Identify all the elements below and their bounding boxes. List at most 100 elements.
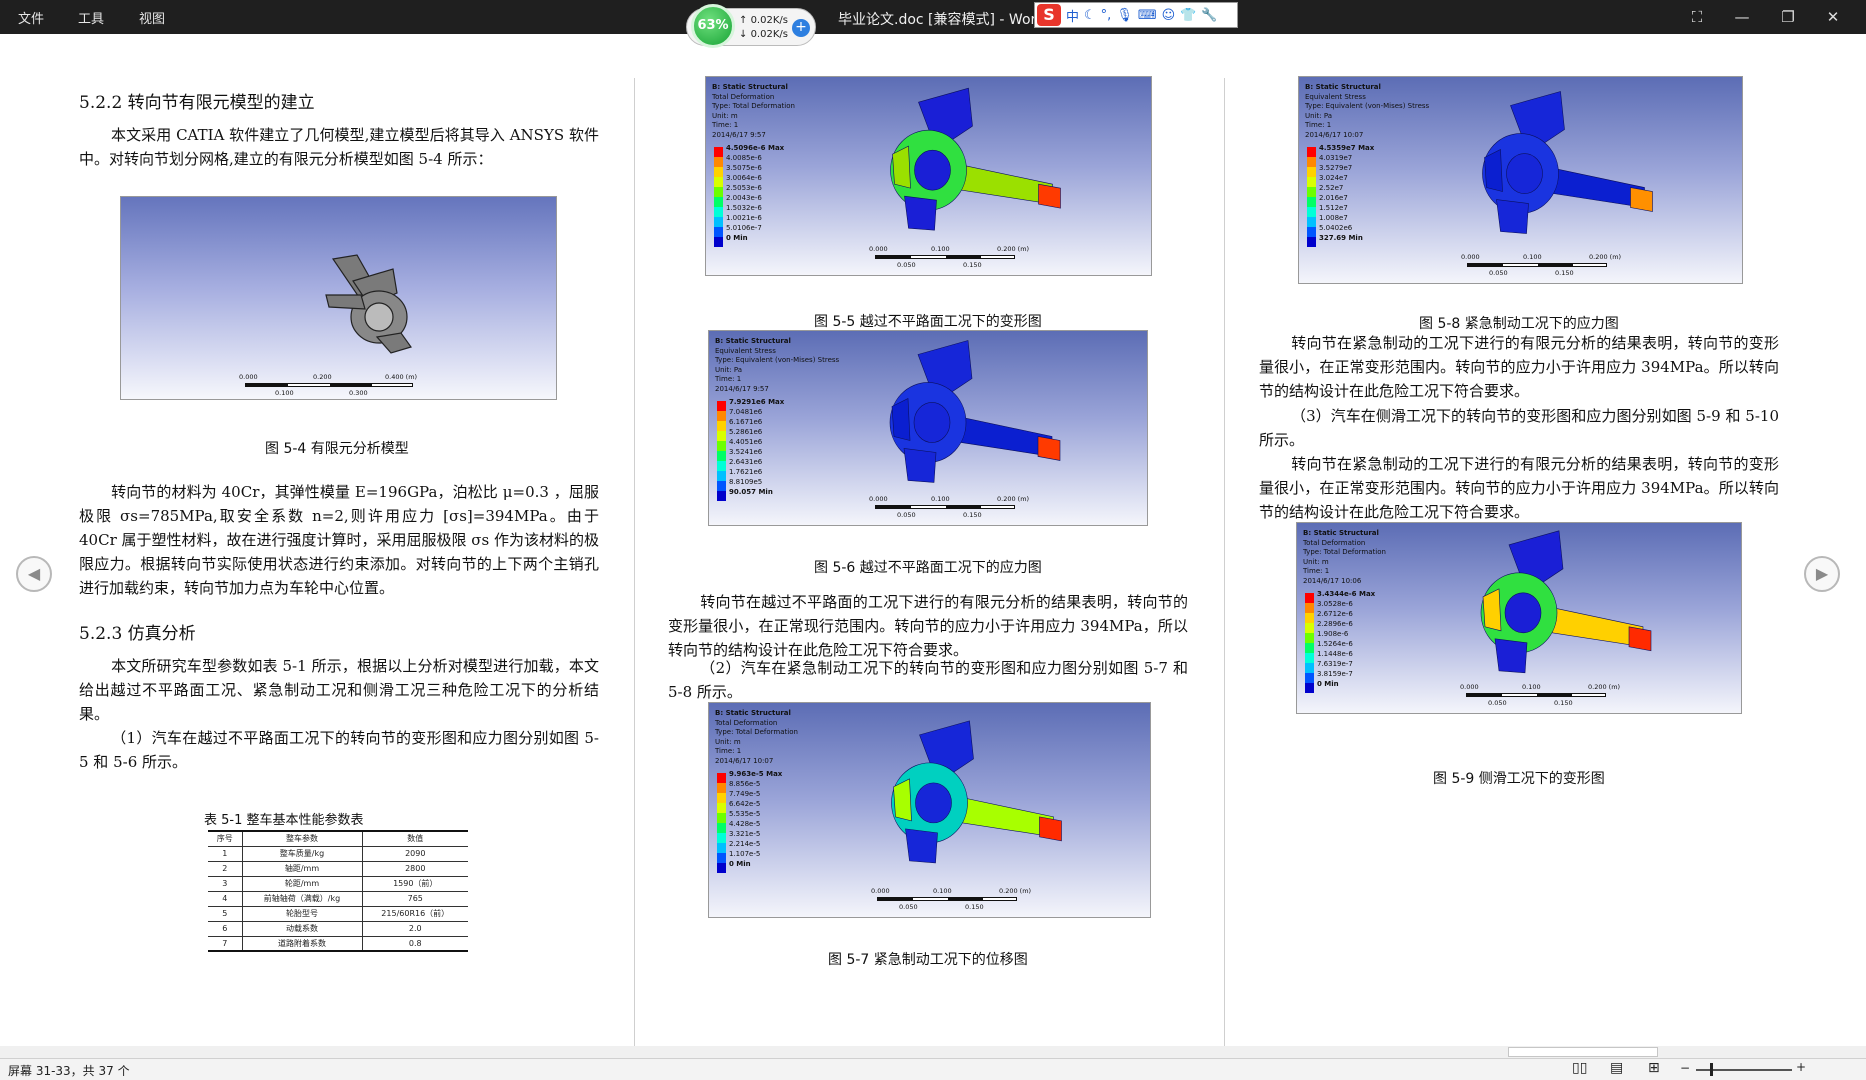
fullscreen-icon[interactable]: ⛶ xyxy=(1682,3,1712,31)
scale-tick-label: 0.100 xyxy=(933,887,952,895)
legend-label: 1.107e-5 xyxy=(729,850,761,858)
menu-view[interactable]: 视图 xyxy=(139,8,165,27)
fea-header-line: B: Static Structural xyxy=(715,709,791,717)
zoom-in-icon[interactable]: + xyxy=(1796,1060,1806,1074)
scale-tick-label: 0.050 xyxy=(897,261,916,269)
fea-header-line: B: Static Structural xyxy=(1303,529,1379,537)
legend-swatch xyxy=(717,843,726,853)
network-speed-widget[interactable]: 63% ↑ 0.02K/s ↓ 0.02K/s + xyxy=(686,4,816,48)
table-cell: 0.8 xyxy=(362,935,468,952)
zoom-out-icon[interactable]: − xyxy=(1680,1061,1690,1075)
legend-label: 5.535e-5 xyxy=(729,810,761,818)
legend-label: 3.024e7 xyxy=(1319,174,1348,182)
legend-swatch xyxy=(714,187,723,197)
previous-page-button[interactable]: ◀ xyxy=(16,556,52,592)
fea-header-line: B: Static Structural xyxy=(715,337,791,345)
legend-swatch xyxy=(717,823,726,833)
menu-tools[interactable]: 工具 xyxy=(78,8,104,27)
color-legend xyxy=(714,147,723,247)
figure-caption: 图 5-9 侧滑工况下的变形图 xyxy=(1433,771,1605,787)
paragraph: （2）汽车在紧急制动工况下的转向节的变形图和应力图分别如图 5-7 和 5-8 … xyxy=(668,659,1188,701)
legend-label: 4.5096e-6 Max xyxy=(726,144,785,152)
color-legend xyxy=(1307,147,1316,247)
ime-mode-label[interactable]: 中 xyxy=(1066,6,1079,25)
legend-swatch xyxy=(1307,217,1316,227)
print-layout-icon[interactable]: ▤ xyxy=(1610,1060,1623,1076)
plus-icon[interactable]: + xyxy=(792,19,810,37)
legend-label: 6.642e-5 xyxy=(729,800,761,808)
upload-speed: ↑ 0.02K/s xyxy=(739,15,788,26)
zoom-slider-thumb[interactable] xyxy=(1710,1063,1713,1076)
fea-header-line: 2014/6/17 10:06 xyxy=(1303,576,1362,585)
table-title: 表 5-1 整车基本性能参数表 xyxy=(204,813,364,828)
legend-swatch xyxy=(714,227,723,237)
fea-header-line: Time: 1 xyxy=(715,375,742,383)
horizontal-scrollbar[interactable] xyxy=(0,1046,1866,1058)
paragraph: 转向节在紧急制动的工况下进行的有限元分析的结果表明，转向节的变形量很小，在正常变… xyxy=(1259,334,1779,400)
moon-icon[interactable]: ☾ xyxy=(1084,8,1096,23)
minimize-icon[interactable]: — xyxy=(1727,3,1757,31)
table-row: 6 动载系数 2.0 xyxy=(208,920,468,937)
legend-swatch xyxy=(1305,663,1314,673)
figure-caption: 图 5-8 紧急制动工况下的应力图 xyxy=(1419,316,1619,332)
fea-header-line: Type: Total Deformation xyxy=(715,728,798,736)
scale-tick-label: 0.200 (m) xyxy=(997,245,1030,253)
wrench-icon[interactable]: 🔧 xyxy=(1201,8,1217,23)
scale-tick-label: 0.100 xyxy=(931,495,950,503)
punctuation-icon[interactable]: °, xyxy=(1101,8,1112,23)
fea-header-line: Type: Equivalent (von-Mises) Stress xyxy=(715,356,840,364)
legend-label: 7.6319e-7 xyxy=(1317,660,1353,668)
figure-5-4-mesh-model: 0.000 0.200 0.400 (m) 0.100 0.300 xyxy=(120,196,557,400)
scale-tick-label: 0.050 xyxy=(899,903,918,911)
ime-toolbar[interactable]: S 中 ☾ °, 🎙 ⌨ ☺ 👕 🔧 xyxy=(1034,2,1238,28)
table-row: 4 前轴轴荷（满载）/kg 765 xyxy=(208,890,468,907)
microphone-icon[interactable]: 🎙 xyxy=(1116,8,1133,23)
scale-tick-label: 0.000 xyxy=(871,887,890,895)
legend-label: 5.2861e6 xyxy=(729,428,763,436)
fea-header-text: B: Static Structural Total Deformation Typ… xyxy=(715,709,798,766)
scale-tick-label: 0.100 xyxy=(931,245,950,253)
figure-caption: 图 5-7 紧急制动工况下的位移图 xyxy=(828,952,1028,968)
paragraph: （1）汽车在越过不平路面工况下的转向节的变形图和应力图分别如图 5-5 和 5-… xyxy=(79,729,599,771)
menu-file[interactable]: 文件 xyxy=(18,8,44,27)
scale-tick-label: 0.150 xyxy=(963,261,982,269)
skin-icon[interactable]: ☺ xyxy=(1162,8,1176,23)
scale-tick-label: 0.000 xyxy=(1461,253,1480,261)
legend-swatch xyxy=(717,421,726,431)
scrollbar-thumb[interactable] xyxy=(1508,1047,1658,1057)
legend-labels: 7.9291e6 Max 7.0481e6 6.1671e6 5.2861e6 4.40… xyxy=(729,397,784,497)
page-32: B: Static Structural Total Deformation Typ… xyxy=(635,34,1224,1014)
keyboard-icon[interactable]: ⌨ xyxy=(1138,8,1157,23)
fea-header-line: Unit: Pa xyxy=(715,365,743,374)
table-row: 5 轮胎型号 215/60R16（前） xyxy=(208,905,468,922)
document-view[interactable]: 5.2.2 转向节有限元模型的建立 本文采用 CATIA 软件建立了几何模型,建… xyxy=(0,34,1866,1050)
legend-swatch xyxy=(717,441,726,451)
legend-label: 3.5279e7 xyxy=(1319,164,1353,172)
next-page-button[interactable]: ▶ xyxy=(1804,556,1840,592)
table-row: 3 轮距/mm 1590（前） xyxy=(208,875,468,892)
scale-bar-graphic xyxy=(875,505,1015,509)
page-count-status: 屏幕 31-33，共 37 个 xyxy=(8,1064,130,1078)
table-cell: 道路附着系数 xyxy=(242,935,363,952)
window-title: 毕业论文.doc [兼容模式] - Word xyxy=(838,12,1045,28)
legend-label: 9.963e-5 Max xyxy=(729,770,783,778)
table-cell: 5 xyxy=(208,905,243,922)
restore-icon[interactable]: ❐ xyxy=(1773,3,1803,31)
scale-bar-graphic xyxy=(1467,263,1607,267)
legend-swatch xyxy=(717,793,726,803)
fea-header-text: B: Static Structural Equivalent Stress Typ… xyxy=(715,337,839,394)
legend-swatch xyxy=(717,853,726,863)
legend-label: 4.428e-5 xyxy=(729,820,761,828)
fea-header-line: 2014/6/17 10:07 xyxy=(1305,130,1364,139)
web-layout-icon[interactable]: ⊞ xyxy=(1648,1060,1660,1076)
zoom-slider[interactable] xyxy=(1696,1063,1792,1076)
shirt-icon[interactable]: 👕 xyxy=(1180,8,1196,23)
legend-swatch xyxy=(717,461,726,471)
legend-swatch xyxy=(717,773,726,783)
close-icon[interactable]: ✕ xyxy=(1818,3,1848,31)
read-mode-icon[interactable]: ▯▯ xyxy=(1572,1060,1587,1076)
legend-swatch xyxy=(717,833,726,843)
paragraph: （3）汽车在侧滑工况下的转向节的变形图和应力图分别如图 5-9 和 5-10 所… xyxy=(1259,407,1779,449)
legend-label: 4.5359e7 Max xyxy=(1319,144,1375,152)
figure-5-5-deformation: B: Static Structural Total Deformation Typ… xyxy=(705,76,1152,276)
